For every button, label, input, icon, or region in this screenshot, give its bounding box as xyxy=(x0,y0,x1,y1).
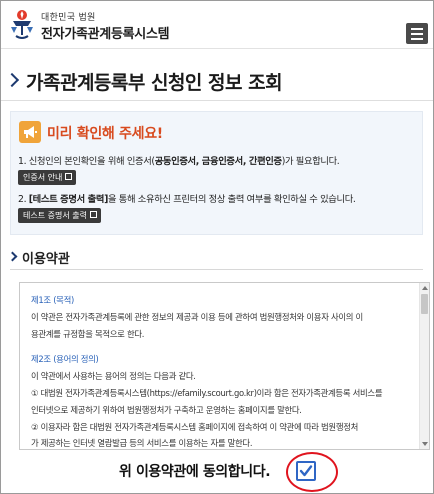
terms-article-title: 제1조 (목적) xyxy=(31,295,74,305)
scroll-up-icon[interactable] xyxy=(422,286,428,290)
megaphone-icon xyxy=(19,121,41,143)
terms-text: ② 이용자라 함은 대법원 전자가족관계등록시스템 홈페이지에 접속하여 이 약… xyxy=(31,421,359,432)
page: 대한민국 법원 전자가족관계등록시스템 가족관계등록부 신청인 정보 조회 미리… xyxy=(0,0,434,494)
scrollbar-thumb[interactable] xyxy=(421,294,428,314)
terms-text: 이 약관에서 사용하는 용어의 정의는 다음과 같다. xyxy=(31,371,196,382)
chevron-right-icon xyxy=(7,251,18,262)
scroll-down-icon[interactable] xyxy=(422,442,428,446)
hamburger-menu-icon[interactable] xyxy=(406,23,428,44)
page-title: 가족관계등록부 신청인 정보 조회 xyxy=(26,72,283,94)
divider xyxy=(10,269,423,270)
terms-text: 용관계를 규정함을 목적으로 한다. xyxy=(31,328,145,339)
terms-content: 제1조 (목적) 이 약관은 전자가족관계등록에 관한 정보의 제공과 이용 등… xyxy=(31,292,412,449)
brand-title[interactable]: 전자가족관계등록시스템 xyxy=(41,23,170,42)
terms-text: ① 대법원 전자가족관계등록시스템(https://efamily.scourt… xyxy=(31,387,383,398)
agree-label[interactable]: 위 이용약관에 동의합니다. xyxy=(119,461,271,481)
page-title-bar: 가족관계등록부 신청인 정보 조회 xyxy=(1,49,433,101)
highlight-circle xyxy=(286,452,338,492)
notice-line-test-print: 2. [테스트 증명서 출력]을 통해 소유하신 프린터의 정상 출력 여부를 … xyxy=(18,194,356,205)
header: 대한민국 법원 전자가족관계등록시스템 xyxy=(1,1,433,49)
certificate-guide-button[interactable]: 인증서 안내 xyxy=(18,170,77,185)
court-emblem-icon[interactable] xyxy=(7,7,37,41)
brand-subtitle: 대한민국 법원 xyxy=(41,13,96,23)
external-link-icon xyxy=(65,173,73,180)
terms-scroll-box[interactable]: 제1조 (목적) 이 약관은 전자가족관계등록에 관한 정보의 제공과 이용 등… xyxy=(19,282,430,450)
terms-text: 인터넷으로 제공하기 위하여 법원행정처가 구축하고 운영하는 홈페이지를 말한… xyxy=(31,404,302,415)
notice-title: 미리 확인해 주세요! xyxy=(47,126,163,142)
external-link-icon xyxy=(89,211,97,218)
terms-text: 가 제공하는 인터넷 열람발급 등의 서비스를 이용하는 자를 말한다. xyxy=(31,438,253,449)
terms-text: 이 약관은 전자가족관계등록에 관한 정보의 제공과 이용 등에 관하여 법원행… xyxy=(31,311,363,322)
notice-box: 미리 확인해 주세요! 1. 신청인의 본인확인을 위해 인증서(공동인증서, … xyxy=(10,111,423,235)
notice-line-certificate: 1. 신청인의 본인확인을 위해 인증서(공동인증서, 금융인증서, 간편인증)… xyxy=(18,156,340,167)
test-certificate-print-button[interactable]: 테스트 증명서 출력 xyxy=(18,208,101,223)
terms-scrollbar[interactable] xyxy=(419,283,429,449)
terms-heading: 이용약관 xyxy=(22,252,70,267)
chevron-right-icon xyxy=(4,72,20,88)
terms-article-title: 제2조 (용어의 정의) xyxy=(31,354,99,365)
